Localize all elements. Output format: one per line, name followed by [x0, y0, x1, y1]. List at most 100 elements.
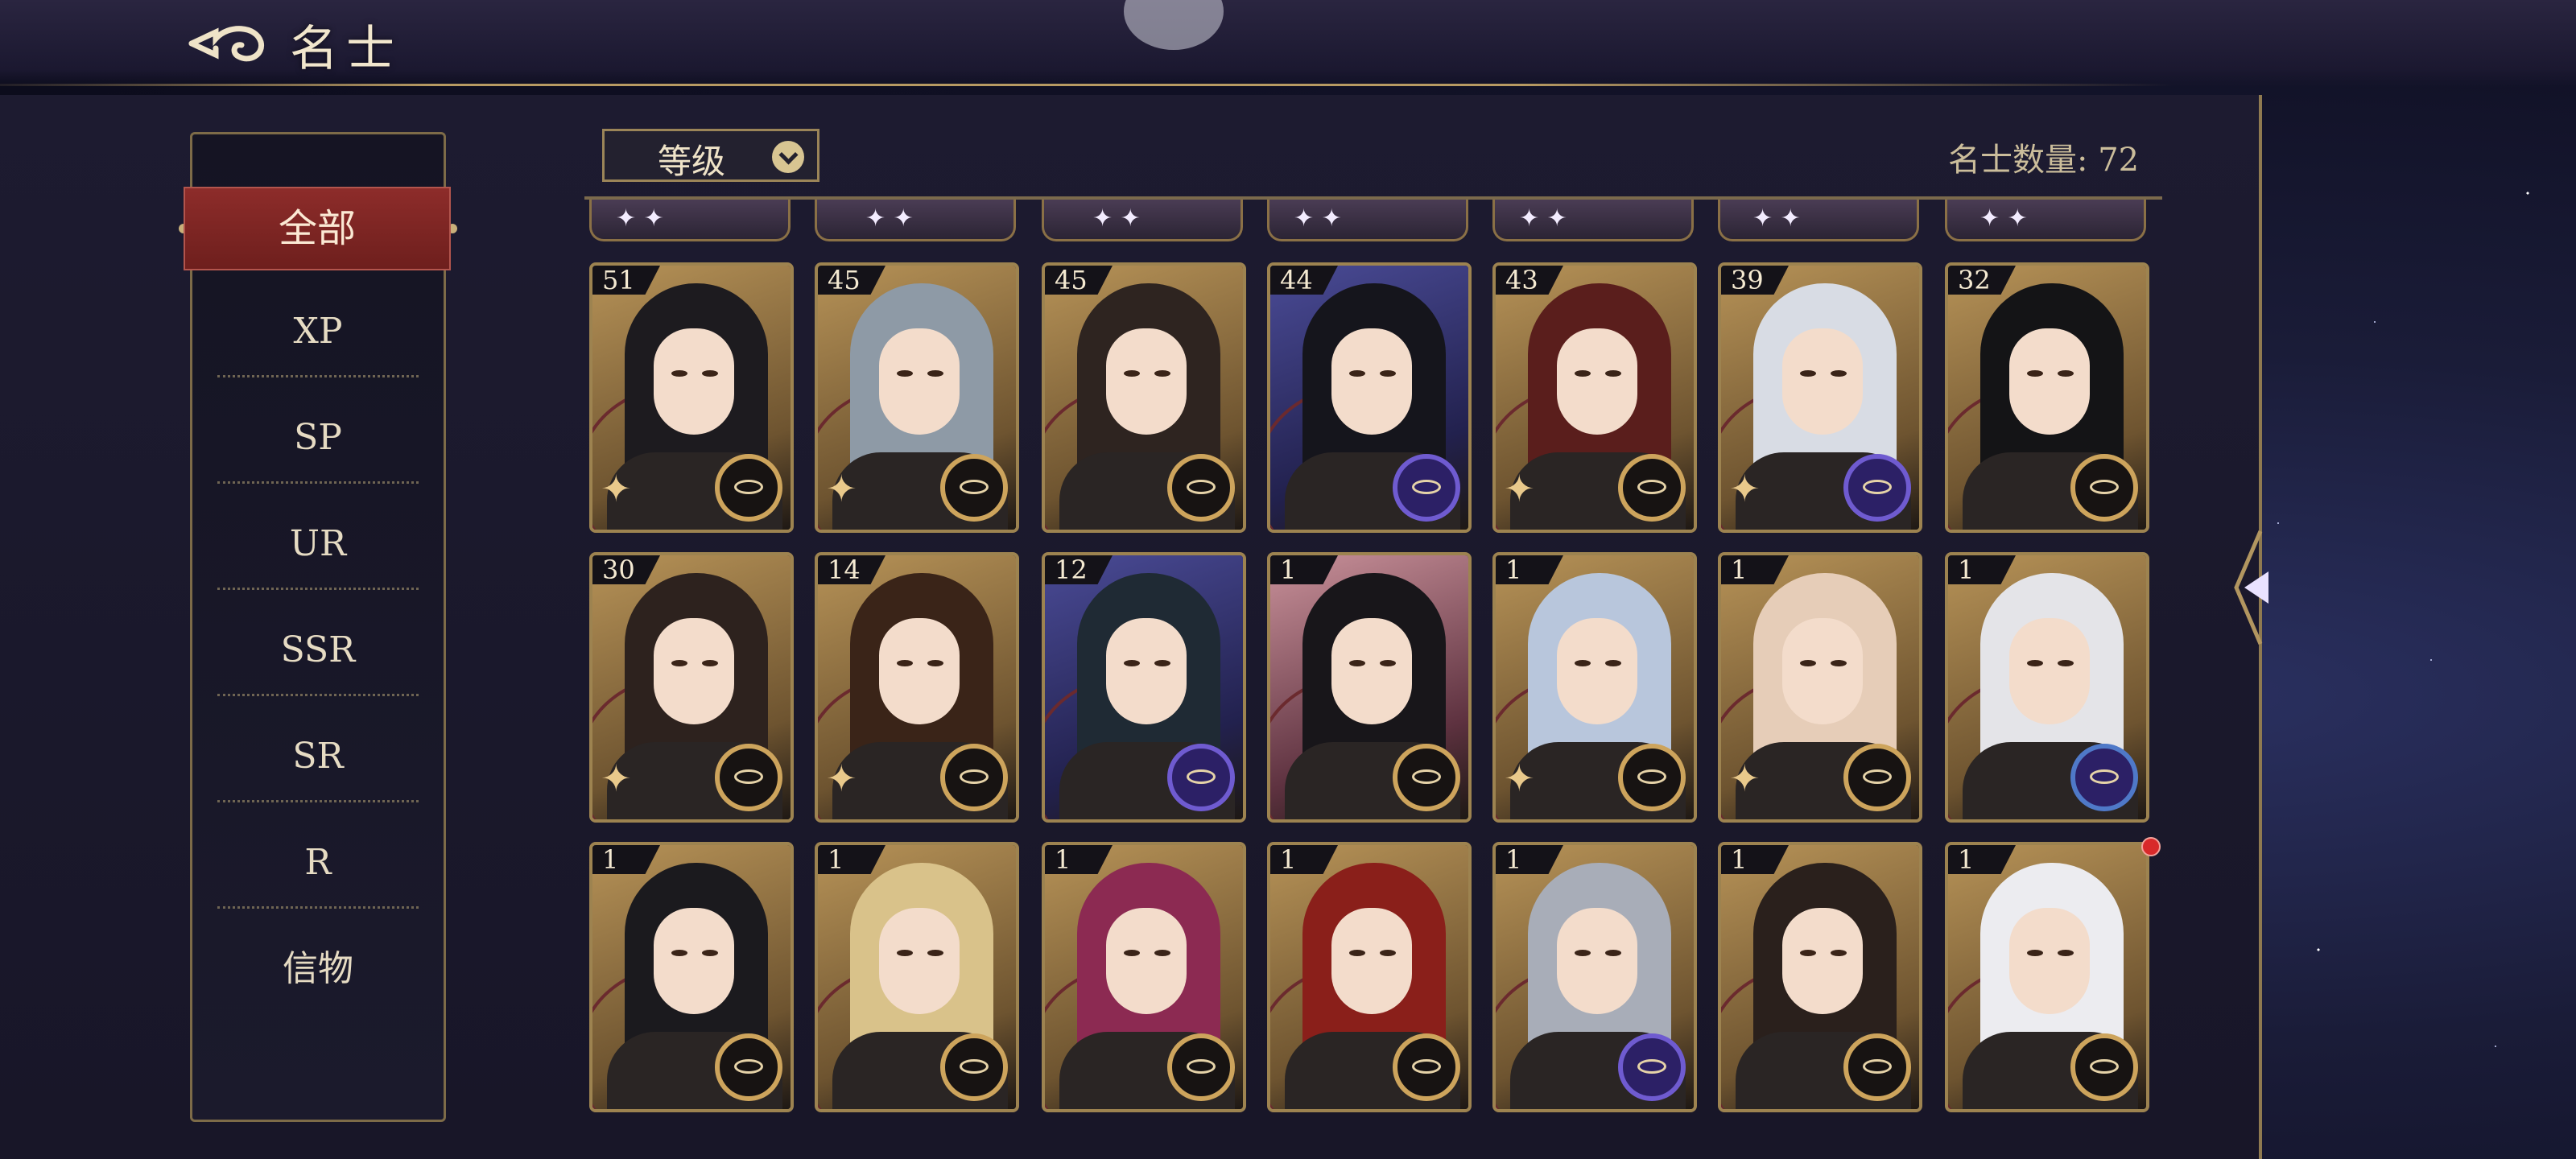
emblem-mark: [1412, 769, 1441, 784]
sidebar-item-token[interactable]: 信物: [217, 929, 419, 1009]
portrait-face: [879, 618, 960, 724]
portrait-face: [1557, 908, 1637, 1014]
emblem-mark: [2090, 769, 2119, 784]
portrait-eye: [1124, 370, 1140, 377]
sparkle-icon: ✦: [1504, 757, 1535, 800]
emblem-mark: [1187, 480, 1216, 494]
portrait-eye: [927, 950, 943, 956]
portrait-face: [1782, 328, 1863, 435]
cloud-back-icon[interactable]: [187, 18, 275, 69]
card-partial[interactable]: ✦ ✦: [1945, 200, 2146, 241]
character-card[interactable]: ✦ 45: [815, 262, 1019, 533]
card-partial[interactable]: ✦ ✦: [589, 200, 791, 241]
sparkle-icon: ✦: [826, 757, 857, 800]
portrait-face: [2009, 328, 2090, 435]
compass-emblem-icon: [940, 744, 1008, 811]
portrait-eye: [702, 950, 718, 956]
character-card[interactable]: ✦ 39: [1718, 262, 1922, 533]
card-partial[interactable]: ✦ ✦: [1042, 200, 1243, 241]
character-card[interactable]: 1: [1945, 552, 2149, 823]
character-card[interactable]: ✦ 51: [589, 262, 794, 533]
portrait-eye: [1154, 660, 1170, 666]
blue-gem-emblem-icon: [2070, 744, 2138, 811]
character-card[interactable]: ✦ 14: [815, 552, 1019, 823]
emblem-mark: [1863, 1059, 1892, 1074]
portrait-eye: [1124, 660, 1140, 666]
emblem-mark: [734, 480, 763, 494]
sidebar-item-ur[interactable]: UR: [217, 504, 419, 584]
planet-emblem-icon: [1843, 454, 1911, 522]
portrait-eye: [1380, 950, 1396, 956]
portrait-eye: [1605, 660, 1621, 666]
sidebar-item-ssr[interactable]: SSR: [217, 610, 419, 691]
emblem-mark: [1637, 769, 1666, 784]
portrait-eye: [1380, 370, 1396, 377]
emblem-mark: [960, 769, 989, 784]
portrait-face: [1557, 618, 1637, 724]
character-count: 名士数量: 72: [1948, 142, 2140, 179]
character-card[interactable]: ✦ 30: [589, 552, 794, 823]
compass-emblem-icon: [1843, 744, 1911, 811]
character-card[interactable]: 1: [1945, 842, 2149, 1112]
emblem-mark: [1863, 769, 1892, 784]
character-card[interactable]: 44: [1267, 262, 1472, 533]
sidebar-divider: [217, 375, 419, 377]
compass-emblem-icon: [1167, 454, 1235, 522]
character-card[interactable]: 1: [1718, 842, 1922, 1112]
emblem-mark: [1863, 480, 1892, 494]
portrait-face: [654, 618, 734, 724]
character-card[interactable]: 1: [589, 842, 794, 1112]
portrait-eye: [1605, 950, 1621, 956]
sidebar-item-all[interactable]: 全部: [184, 187, 451, 270]
card-partial[interactable]: ✦ ✦: [1492, 200, 1694, 241]
character-card[interactable]: 32: [1945, 262, 2149, 533]
compass-emblem-icon: [940, 454, 1008, 522]
portrait-eye: [2027, 950, 2043, 956]
character-card[interactable]: 1: [1267, 552, 1472, 823]
compass-emblem-icon: [1618, 454, 1686, 522]
character-card[interactable]: 1: [1267, 842, 1472, 1112]
portrait-eye: [1349, 950, 1365, 956]
card-partial[interactable]: ✦ ✦: [1718, 200, 1919, 241]
portrait-eye: [2058, 370, 2074, 377]
sparkle-icon: ✦: [826, 467, 857, 510]
character-card[interactable]: 12: [1042, 552, 1246, 823]
character-card[interactable]: ✦ 1: [1492, 552, 1697, 823]
sidebar-item-sp[interactable]: SP: [217, 398, 419, 478]
portrait-face: [1106, 908, 1187, 1014]
sidebar-item-xp[interactable]: XP: [217, 291, 419, 372]
compass-emblem-icon: [1843, 1033, 1911, 1101]
portrait-face: [1331, 328, 1412, 435]
emblem-mark: [1412, 1059, 1441, 1074]
portrait-eye: [1831, 950, 1847, 956]
character-card[interactable]: 1: [815, 842, 1019, 1112]
sort-dropdown[interactable]: 等级: [602, 129, 819, 182]
portrait-eye: [2027, 660, 2043, 666]
card-partial[interactable]: ✦ ✦: [815, 200, 1016, 241]
sidebar-divider: [217, 906, 419, 909]
character-card[interactable]: ✦ 1: [1718, 552, 1922, 823]
portrait-eye: [1124, 950, 1140, 956]
emblem-mark: [2090, 1059, 2119, 1074]
portrait-eye: [1575, 660, 1591, 666]
notification-dot: [2141, 837, 2161, 856]
card-partial[interactable]: ✦ ✦: [1267, 200, 1468, 241]
character-card[interactable]: 1: [1042, 842, 1246, 1112]
portrait-eye: [927, 660, 943, 666]
compass-emblem-icon: [2070, 1033, 2138, 1101]
compass-emblem-icon: [1393, 744, 1460, 811]
portrait-eye: [1380, 660, 1396, 666]
portrait-eye: [2058, 950, 2074, 956]
sidebar-item-r[interactable]: R: [217, 823, 419, 903]
character-card[interactable]: 1: [1492, 842, 1697, 1112]
portrait-face: [1331, 618, 1412, 724]
sidebar-item-sr[interactable]: SR: [217, 716, 419, 797]
planet-emblem-icon: [1167, 744, 1235, 811]
portrait-eye: [671, 950, 687, 956]
compass-emblem-icon: [2070, 454, 2138, 522]
portrait-face: [1557, 328, 1637, 435]
character-card[interactable]: 45: [1042, 262, 1246, 533]
collapse-arrow-icon[interactable]: [2228, 523, 2280, 652]
emblem-mark: [1187, 1059, 1216, 1074]
character-card[interactable]: ✦ 43: [1492, 262, 1697, 533]
